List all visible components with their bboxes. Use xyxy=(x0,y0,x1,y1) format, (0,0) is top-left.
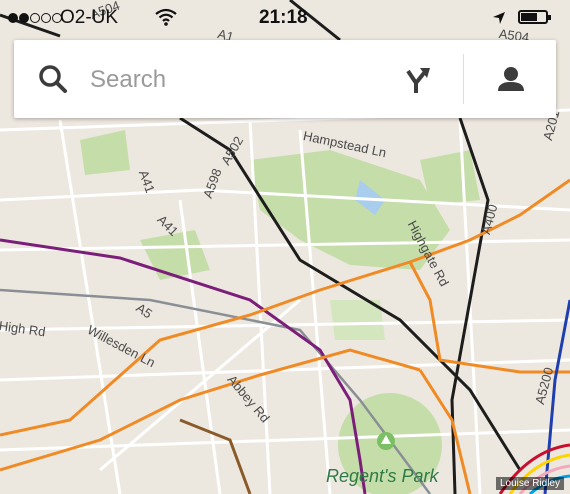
signal-dot-filled xyxy=(8,13,18,23)
search-bar-divider xyxy=(463,54,464,104)
account-icon[interactable] xyxy=(488,57,534,103)
wifi-icon xyxy=(155,8,177,26)
clock: 21:18 xyxy=(259,7,308,28)
search-input[interactable] xyxy=(88,60,382,100)
park-patch xyxy=(420,150,480,205)
place-label-regents-park: Regent's Park xyxy=(326,466,439,486)
battery-icon xyxy=(518,10,551,24)
signal-dot-filled xyxy=(19,13,29,23)
signal-dot-empty xyxy=(41,13,51,23)
photo-credit: Louise Ridley xyxy=(495,477,564,490)
search-bar xyxy=(14,40,556,118)
status-bar: O2-UK 21:18 xyxy=(0,0,570,36)
carrier-name: O2-UK xyxy=(60,7,119,28)
location-arrow-icon xyxy=(493,12,505,24)
directions-icon[interactable] xyxy=(394,57,440,103)
search-icon[interactable] xyxy=(38,64,68,94)
signal-dot-empty xyxy=(30,13,40,23)
